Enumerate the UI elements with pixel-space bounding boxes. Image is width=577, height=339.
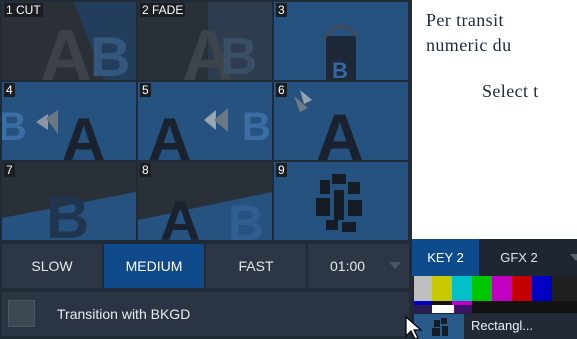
slide-transition-icon: B [2,162,136,240]
svg-text:B: B [228,195,264,240]
transition-cell-2[interactable]: A B 2 FADE [138,2,272,80]
doc-line-3: Select t [482,81,539,101]
key-panel: KEY 2 GFX 2 Rectangl... [412,239,577,339]
transition-cell-6[interactable]: A 6 [274,82,408,160]
svg-text:A: A [148,106,191,160]
wipe-transition-icon: B [274,2,408,80]
transition-label: 9 [276,163,287,177]
fast-button[interactable]: FAST [206,244,306,288]
transition-with-bkgd-checkbox[interactable] [8,300,35,327]
transition-label: 8 [140,163,151,177]
chevron-down-icon[interactable] [570,254,577,261]
transition-grid: A B 1 CUT A B 2 FADE B 3 B A 4 A B 5 A 6… [2,2,409,240]
transition-cell-3[interactable]: B 3 [274,2,408,80]
shatter-transition-icon [274,162,408,240]
transition-cell-5[interactable]: A B 5 [138,82,272,160]
fly-transition-icon: A [274,82,408,160]
medium-button[interactable]: MEDIUM [104,244,204,288]
mouse-cursor-icon [405,316,423,339]
source-name: Rectangl... [471,318,534,333]
slow-button[interactable]: SLOW [2,244,102,288]
transition-cell-7[interactable]: B 7 [2,162,136,240]
bkgd-row: Transition with BKGD [2,292,409,336]
tab-key-2[interactable]: KEY 2 [412,239,479,276]
svg-text:B: B [220,28,258,80]
chevron-down-icon [389,262,401,269]
svg-text:A: A [40,16,92,80]
svg-text:B: B [2,105,27,149]
push-left-transition-icon: A B [138,82,272,160]
key-source-row: Rectangl... [414,314,577,339]
svg-text:B: B [46,184,89,240]
transition-label: 1 CUT [4,3,43,17]
transition-cell-4[interactable]: B A 4 [2,82,136,160]
duration-dropdown[interactable]: 01:00 [308,244,409,288]
doc-line-1: Per transit [426,10,504,30]
speed-row: SLOW MEDIUM FAST 01:00 [2,244,409,288]
duration-value: 01:00 [330,258,366,274]
transition-panel: A B 1 CUT A B 2 FADE B 3 B A 4 A B 5 A 6… [0,0,412,339]
transition-cell-8[interactable]: A B 8 [138,162,272,240]
svg-text:B: B [332,58,348,80]
svg-text:B: B [90,25,130,80]
svg-text:B: B [242,105,271,149]
transition-label: 7 [4,163,15,177]
transition-label: 6 [276,83,287,97]
push-right-transition-icon: B A [2,82,136,160]
transition-cell-9[interactable]: 9 [274,162,408,240]
transition-label: 2 FADE [140,3,186,17]
bkgd-label: Transition with BKGD [57,306,191,322]
svg-text:A: A [316,100,364,160]
svg-text:A: A [62,106,105,160]
svg-text:A: A [160,189,200,240]
transition-cell-1[interactable]: A B 1 CUT [2,2,136,80]
doc-line-2: numeric du [426,35,512,55]
transition-label: 4 [4,83,15,97]
transition-label: 3 [276,3,287,17]
split-transition-icon: A B [138,162,272,240]
transition-label: 5 [140,83,151,97]
tab-gfx-2[interactable]: GFX 2 [482,239,556,276]
color-bars-preview [414,276,577,313]
